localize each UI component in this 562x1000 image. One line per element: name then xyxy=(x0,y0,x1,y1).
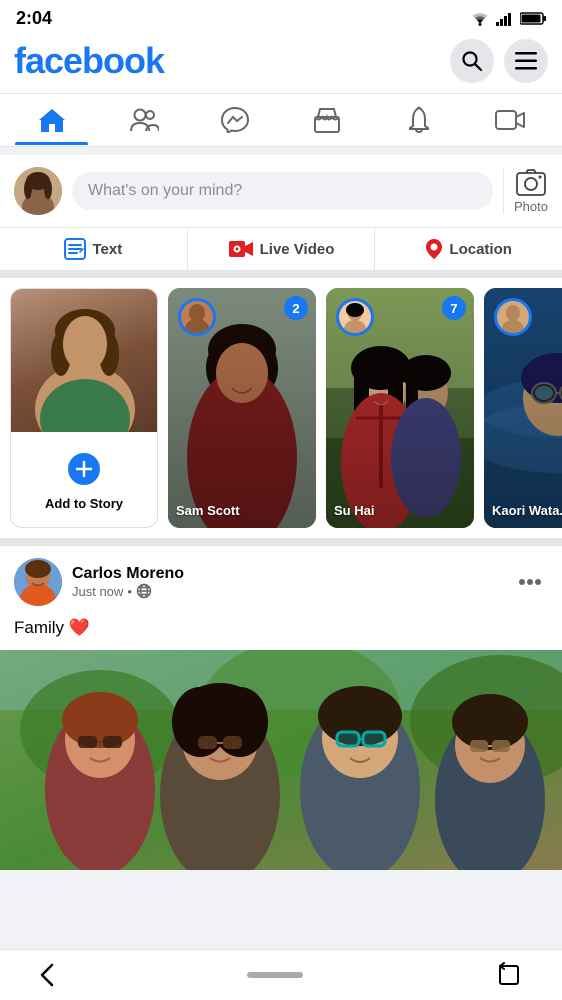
suhai-avatar-img xyxy=(339,301,371,333)
menu-button[interactable] xyxy=(504,39,548,83)
sam-avatar-img xyxy=(181,301,213,333)
story-name-kaori: Kaori Wata... xyxy=(492,503,562,518)
location-button[interactable]: Location xyxy=(375,228,562,270)
post-meta: Just now • xyxy=(72,583,184,599)
home-indicator xyxy=(247,972,303,978)
post-author-name: Carlos Moreno xyxy=(72,565,184,583)
add-story-bg xyxy=(11,289,157,444)
family-photo xyxy=(0,650,562,870)
live-video-icon xyxy=(228,240,254,258)
status-bar: 2:04 xyxy=(0,0,562,33)
post-content-text: Family ❤️ xyxy=(0,618,562,650)
story-avatar-kaori xyxy=(494,298,532,336)
add-story-label: Add to Story xyxy=(45,496,123,511)
post-time: Just now xyxy=(72,584,123,599)
nav-notifications[interactable] xyxy=(373,94,465,146)
ellipsis-icon xyxy=(518,578,542,586)
nav-marketplace[interactable] xyxy=(281,95,373,145)
home-nav-icon xyxy=(38,107,66,133)
add-story-avatar xyxy=(11,289,158,445)
text-icon xyxy=(64,238,86,260)
hamburger-icon xyxy=(515,52,537,70)
story-avatar-sam xyxy=(178,298,216,336)
status-icons xyxy=(470,12,546,26)
plus-icon xyxy=(75,460,93,478)
nav-friends[interactable] xyxy=(98,95,190,145)
messenger-nav-icon xyxy=(221,107,249,133)
story-name-suhai: Su Hai xyxy=(334,503,466,518)
story-name-sam: Sam Scott xyxy=(176,503,308,518)
location-label: Location xyxy=(449,241,512,258)
post-more-button[interactable] xyxy=(512,564,548,600)
live-video-label: Live Video xyxy=(260,241,335,258)
header-actions xyxy=(450,39,548,83)
marketplace-nav-icon xyxy=(314,107,340,133)
story-badge-suhai: 7 xyxy=(442,296,466,320)
post-author-avatar[interactable] xyxy=(14,558,62,606)
stories-section: Add to Story 2 Sam xyxy=(0,278,562,546)
search-button[interactable] xyxy=(450,39,494,83)
back-button[interactable] xyxy=(40,963,54,987)
story-badge-sam: 2 xyxy=(284,296,308,320)
friends-nav-icon xyxy=(129,107,159,133)
status-time: 2:04 xyxy=(16,8,52,29)
action-row: Text Live Video Location xyxy=(0,228,562,278)
back-chevron-icon xyxy=(40,963,54,987)
composer-input[interactable]: What's on your mind? xyxy=(72,172,493,210)
globe-icon xyxy=(136,583,152,599)
bell-nav-icon xyxy=(406,106,432,134)
composer-section: What's on your mind? Photo Text xyxy=(0,155,562,278)
rotate-icon xyxy=(496,962,522,988)
wifi-icon xyxy=(470,12,490,26)
search-icon xyxy=(461,50,483,72)
story-kaori[interactable]: Kaori Wata... xyxy=(484,288,562,528)
composer: What's on your mind? Photo xyxy=(0,155,562,228)
bottom-nav xyxy=(0,949,562,1000)
header: facebook xyxy=(0,33,562,94)
story-sam-scott[interactable]: 2 Sam Scott xyxy=(168,288,316,528)
photo-label: Photo xyxy=(514,199,548,214)
text-action-button[interactable]: Text xyxy=(0,228,188,270)
post: Carlos Moreno Just now • xyxy=(0,546,562,870)
story-su-hai[interactable]: 7 Su Hai xyxy=(326,288,474,528)
rotate-button[interactable] xyxy=(496,962,522,988)
nav-messenger[interactable] xyxy=(189,95,281,145)
signal-icon xyxy=(496,12,514,26)
photo-icon xyxy=(516,169,546,197)
carlos-avatar-img xyxy=(14,558,62,606)
post-image xyxy=(0,650,562,870)
battery-icon xyxy=(520,12,546,25)
nav-video[interactable] xyxy=(464,95,556,145)
add-story-card[interactable]: Add to Story xyxy=(10,288,158,528)
post-header: Carlos Moreno Just now • xyxy=(0,546,562,618)
text-label: Text xyxy=(92,241,122,258)
kaori-avatar-img xyxy=(497,301,529,333)
facebook-logo: facebook xyxy=(14,40,164,82)
location-icon xyxy=(425,238,443,260)
nav-home[interactable] xyxy=(6,95,98,145)
post-user-details: Carlos Moreno Just now • xyxy=(72,565,184,599)
post-user-info: Carlos Moreno Just now • xyxy=(14,558,184,606)
story-avatar-suhai xyxy=(336,298,374,336)
user-avatar xyxy=(14,167,62,215)
video-nav-icon xyxy=(495,107,525,133)
nav-bar xyxy=(0,94,562,147)
live-video-button[interactable]: Live Video xyxy=(188,228,376,270)
avatar-image xyxy=(14,167,62,215)
add-story-plus xyxy=(65,450,103,488)
photo-button[interactable]: Photo xyxy=(503,169,548,214)
